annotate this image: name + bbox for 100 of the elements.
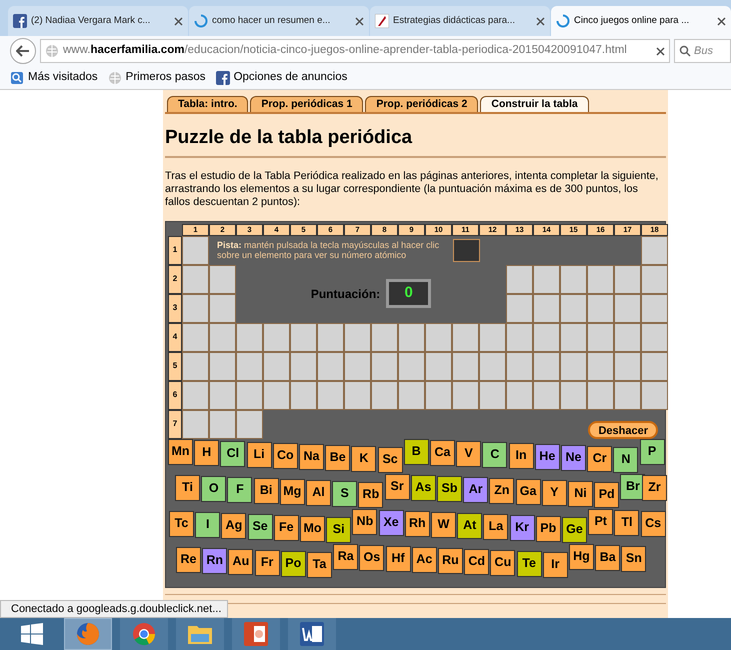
score-display: 0 [386,279,432,308]
element-tile[interactable]: Pt [588,508,614,534]
element-tile[interactable]: Re [176,546,201,572]
element-tile[interactable]: Po [280,550,306,576]
element-tile[interactable]: S [332,480,358,506]
element-tile[interactable]: Os [359,544,384,570]
element-tile[interactable]: Tc [169,510,194,536]
element-tile[interactable]: Sb [437,476,462,502]
element-tile[interactable]: N [613,446,638,472]
element-tile[interactable]: Tl [614,510,640,536]
element-tile[interactable]: H [194,440,220,466]
row-number: 6 [168,380,182,410]
element-tile[interactable]: Hf [386,546,411,572]
page-tab[interactable]: Construir la tabla [480,96,589,112]
search-field[interactable]: Bus [674,39,731,63]
element-tile[interactable]: Cs [640,510,666,536]
row-number: 1 [168,236,182,264]
status-bar: Conectado a googleads.g.doubleclick.net... [0,600,228,618]
element-tile[interactable]: Na [299,444,324,470]
element-tile[interactable]: Sr [384,474,410,500]
element-tile[interactable]: Cd [464,548,490,574]
page-tab[interactable]: Tabla: intro. [167,96,248,112]
element-tile[interactable]: Cl [220,440,246,466]
element-tile[interactable]: Zr [642,474,667,500]
tab-title: Cinco juegos online para ... [574,14,690,28]
tab-title: como hacer un resumen e... [212,14,332,28]
element-tile[interactable]: Xe [378,510,404,536]
element-tile[interactable]: Ag [221,512,246,538]
address-field[interactable]: www.hacerfamilia.com/educacion/noticia-cinco-juegos-online-aprender-tabla-periodica-20150420091047.html [40,39,670,63]
element-tile[interactable]: Ni [568,480,593,506]
element-tile[interactable]: O [201,476,226,502]
element-tile[interactable]: Ti [175,474,200,500]
element-tile[interactable]: I [195,512,220,538]
element-tile[interactable]: W [431,512,456,538]
element-tile[interactable]: C [482,442,508,468]
page-tab[interactable]: Prop. periódicas 1 [250,96,364,112]
element-tile[interactable]: Cu [490,550,516,576]
element-tile[interactable]: Ge [562,516,587,542]
element-tile[interactable]: K [351,446,376,472]
element-tile[interactable]: Te [516,550,542,576]
element-tile[interactable]: Mo [300,516,325,542]
element-tile[interactable]: F [227,476,252,502]
bookmark-link[interactable]: Primeros pasos [108,68,206,86]
element-tile[interactable]: Co [272,442,298,468]
element-tile[interactable]: Rn [202,548,228,574]
element-tile[interactable]: V [456,440,482,466]
element-tile[interactable]: He [534,444,560,470]
element-tile[interactable]: Cr [587,446,612,472]
element-tile[interactable]: At [457,512,482,538]
element-tile[interactable]: Ac [412,546,437,572]
element-tile[interactable]: Mn [168,438,193,464]
search-input[interactable]: Bus [694,42,718,60]
bookmark-link[interactable]: Más visitados [10,68,98,86]
element-tile[interactable]: Ir [542,552,568,578]
element-tile[interactable]: Y [542,480,567,506]
browser-tab[interactable]: Cinco juegos online para ... [551,6,731,36]
element-tile[interactable]: B [404,438,429,464]
element-tile[interactable]: Kr [510,514,535,540]
element-tile[interactable]: Pb [536,516,561,542]
element-tile[interactable]: Ne [561,444,586,470]
element-tile[interactable]: Ca [430,440,455,466]
element-tile[interactable]: P [640,438,665,464]
element-tile[interactable]: Sc [378,446,403,472]
row-number: 2 [168,264,182,294]
element-tile[interactable]: Au [228,548,254,574]
element-tile[interactable]: La [483,514,508,540]
element-tile[interactable]: Ru [438,548,463,574]
element-tile[interactable]: Bi [254,478,279,504]
element-tile[interactable]: Be [325,444,350,470]
element-tile[interactable]: Rh [404,510,430,536]
element-tile[interactable]: Si [326,516,352,542]
element-tile[interactable]: Fe [274,514,299,540]
row-number: 7 [168,410,182,438]
element-tile[interactable]: Sn [621,546,646,572]
browser-tab[interactable]: Estrategias didácticas para... [370,6,550,36]
element-tile[interactable]: Zn [489,478,514,504]
undo-button[interactable]: Deshacer [588,420,658,438]
row-number: 5 [168,352,182,380]
element-tile[interactable]: Al [306,480,331,506]
element-tile[interactable]: Rb [358,482,384,508]
element-tile[interactable]: Nb [352,508,378,534]
element-tile[interactable]: As [410,474,436,500]
element-tile[interactable]: Ta [307,552,332,578]
row-number: 3 [168,294,182,322]
element-tile[interactable]: Fr [254,550,280,576]
element-tile[interactable]: In [508,442,534,468]
intro-paragraph: Tras el estudio de la Tabla Periódica realizado en las páginas anteriores, intenta completar la siguiente, arrastrando los elementos a su lugar correspondiente (la puntuación máxima es de 300 puntos, los fallos descuentan 2 puntos): [165,170,660,208]
element-tile[interactable]: Mg [280,478,305,504]
element-tile[interactable]: Ga [516,478,541,504]
element-tile[interactable]: Ra [333,544,358,570]
element-tile[interactable]: Li [246,442,272,468]
browser-tab[interactable]: (2) Nadiaa Vergara Mark c... [8,6,188,36]
element-tile[interactable]: Pd [594,482,620,508]
bookmark-link[interactable]: Opciones de anuncios [216,68,348,86]
page-tab[interactable]: Prop. periódicas 2 [365,96,478,112]
browser-tab[interactable]: como hacer un resumen e... [189,6,369,36]
element-tile[interactable]: Ar [463,476,488,502]
element-tile[interactable]: Se [248,514,273,540]
element-tile[interactable]: Hg [569,544,594,570]
element-tile[interactable]: Ba [595,544,620,570]
